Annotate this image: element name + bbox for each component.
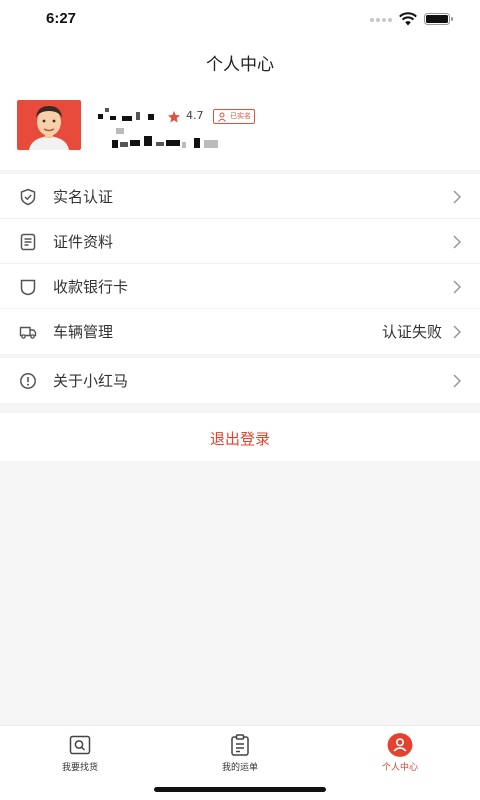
menu-item-label: 证件资料 xyxy=(53,233,114,251)
clipboard-icon xyxy=(231,734,249,756)
chevron-right-icon xyxy=(453,235,462,249)
menu-item-documents[interactable]: 证件资料 xyxy=(0,219,480,264)
document-icon xyxy=(20,233,36,251)
menu-item-real-name-auth[interactable]: 实名认证 xyxy=(0,174,480,219)
logout-label: 退出登录 xyxy=(209,430,270,448)
tab-my-waybills[interactable]: 我的运单 xyxy=(160,726,320,786)
logout-button[interactable]: 退出登录 xyxy=(0,413,480,461)
tab-label: 个人中心 xyxy=(381,763,418,773)
user-icon xyxy=(387,733,413,757)
menu-item-vehicle-management[interactable]: 车辆管理 认证失败 xyxy=(0,309,480,354)
menu-item-about[interactable]: 关于小红马 xyxy=(0,358,480,403)
profile-card[interactable]: 4.7 已实名 xyxy=(0,82,480,170)
search-goods-icon xyxy=(69,735,91,755)
tab-label: 我的运单 xyxy=(221,763,258,773)
rating-icon xyxy=(168,111,180,123)
verified-badge: 已实名 xyxy=(213,109,255,124)
menu-item-label: 车辆管理 xyxy=(53,323,114,341)
menu-item-label: 实名认证 xyxy=(53,188,114,206)
chevron-right-icon xyxy=(453,280,462,294)
battery-icon xyxy=(424,13,453,25)
wifi-icon xyxy=(399,12,417,26)
chevron-right-icon xyxy=(453,374,462,388)
about-menu: 关于小红马 xyxy=(0,358,480,403)
avatar-illustration-icon xyxy=(29,106,69,150)
rating-value: 4.7 xyxy=(186,109,204,122)
person-badge-icon xyxy=(218,112,226,122)
chevron-right-icon xyxy=(453,190,462,204)
nav-header: 个人中心 xyxy=(0,40,480,82)
settings-menu: 实名认证 证件资料 收款银行卡 车辆管理 认证失败 xyxy=(0,174,480,354)
page-title: 个人中心 xyxy=(206,55,274,75)
bank-card-icon xyxy=(20,279,36,296)
status-time: 6:27 xyxy=(46,10,77,27)
menu-item-label: 关于小红马 xyxy=(53,372,129,390)
verified-badge-label: 已实名 xyxy=(230,112,251,120)
tab-label: 我要找货 xyxy=(61,763,98,773)
status-bar: 6:27 xyxy=(0,0,480,40)
chevron-right-icon xyxy=(453,325,462,339)
avatar[interactable] xyxy=(17,100,81,150)
truck-icon xyxy=(19,326,37,339)
vehicle-auth-status: 认证失败 xyxy=(381,323,442,341)
shield-check-icon xyxy=(20,188,36,206)
home-indicator xyxy=(154,787,326,792)
tab-personal-center[interactable]: 个人中心 xyxy=(320,726,480,786)
cellular-signal-icon xyxy=(370,18,394,24)
info-icon xyxy=(20,373,36,389)
menu-item-label: 收款银行卡 xyxy=(53,278,129,296)
tab-find-goods[interactable]: 我要找货 xyxy=(0,726,160,786)
menu-item-bank-card[interactable]: 收款银行卡 xyxy=(0,264,480,309)
